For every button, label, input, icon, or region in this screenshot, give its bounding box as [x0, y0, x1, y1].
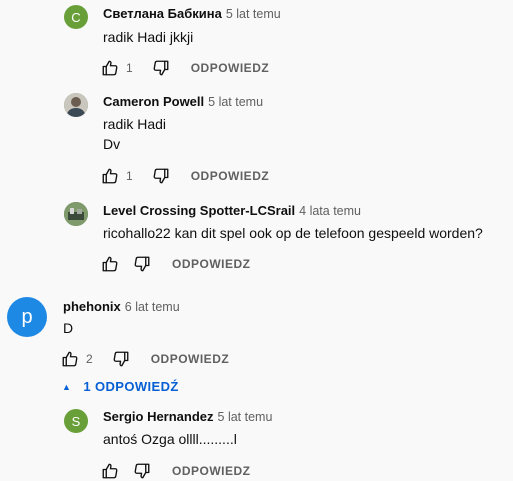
reply-button[interactable]: ODPOWIEDZ	[172, 257, 251, 271]
comment-actions: 2 ODPOWIEDZ	[60, 349, 229, 369]
like-count: 1	[126, 61, 133, 75]
thumb-down-icon[interactable]	[151, 166, 171, 186]
comment-text: D	[63, 320, 74, 336]
avatar-letter: S	[71, 413, 81, 429]
replies-toggle-label: 1 ODPOWIEDŹ	[83, 379, 179, 394]
comment-text: radik Hadi jkkji	[103, 29, 194, 45]
thumb-up-icon[interactable]	[100, 461, 120, 481]
triangle-up-icon: ▲	[62, 381, 72, 392]
thumb-up-icon[interactable]	[100, 254, 120, 274]
comment-actions: ODPOWIEDZ	[100, 461, 251, 481]
avatar-photo	[64, 202, 88, 226]
thumb-up-icon[interactable]	[100, 166, 120, 186]
thumb-up-icon[interactable]	[60, 349, 80, 369]
reply-button[interactable]: ODPOWIEDZ	[191, 61, 270, 75]
avatar[interactable]: S	[64, 409, 88, 433]
comment-header: phehonix 6 lat temu	[63, 298, 180, 316]
comment-header: Cameron Powell 5 lat temu	[103, 93, 263, 111]
comment-actions: ODPOWIEDZ	[100, 254, 251, 274]
reply-button[interactable]: ODPOWIEDZ	[172, 464, 251, 478]
like-count: 2	[86, 352, 93, 366]
avatar[interactable]	[64, 93, 88, 117]
author-name[interactable]: Cameron Powell	[103, 94, 204, 109]
avatar[interactable]: p	[7, 297, 47, 337]
replies-toggle-button[interactable]: ▲ 1 ODPOWIEDŹ	[62, 379, 179, 394]
author-name[interactable]: Level Crossing Spotter-LCSrail	[103, 203, 295, 218]
thumb-down-icon[interactable]	[132, 254, 152, 274]
author-name[interactable]: Светлана Бабкина	[103, 6, 222, 21]
comment-header: Level Crossing Spotter-LCSrail 4 lata tem…	[103, 202, 361, 220]
avatar[interactable]	[64, 202, 88, 226]
avatar-photo	[64, 93, 88, 117]
avatar-letter: p	[21, 305, 33, 328]
comment-actions: 1 ODPOWIEDZ	[100, 58, 269, 78]
avatar-letter: С	[71, 9, 81, 25]
like-count: 1	[126, 169, 133, 183]
timestamp[interactable]: 5 lat temu	[218, 410, 273, 424]
thumb-down-icon[interactable]	[111, 349, 131, 369]
thumb-down-icon[interactable]	[151, 58, 171, 78]
timestamp[interactable]: 5 lat temu	[226, 7, 281, 21]
thumb-down-icon[interactable]	[132, 461, 152, 481]
reply-button[interactable]: ODPOWIEDZ	[191, 169, 270, 183]
comment-header: Светлана Бабкина 5 lat temu	[103, 5, 281, 23]
thumb-up-icon[interactable]	[100, 58, 120, 78]
avatar[interactable]: С	[64, 5, 88, 29]
author-name[interactable]: phehonix	[63, 299, 121, 314]
comment-text: radik Hadi Dv	[103, 116, 167, 152]
timestamp[interactable]: 5 lat temu	[208, 95, 263, 109]
timestamp[interactable]: 6 lat temu	[125, 300, 180, 314]
comment-actions: 1 ODPOWIEDZ	[100, 166, 269, 186]
comment-text: ricohallo22 kan dit spel ook op de telef…	[103, 225, 483, 241]
timestamp[interactable]: 4 lata temu	[299, 204, 361, 218]
comment-text: antoś Ozga ollll.........l	[103, 431, 237, 447]
author-name[interactable]: Sergio Hernandez	[103, 409, 214, 424]
comment-header: Sergio Hernandez 5 lat temu	[103, 408, 272, 426]
reply-button[interactable]: ODPOWIEDZ	[151, 352, 230, 366]
